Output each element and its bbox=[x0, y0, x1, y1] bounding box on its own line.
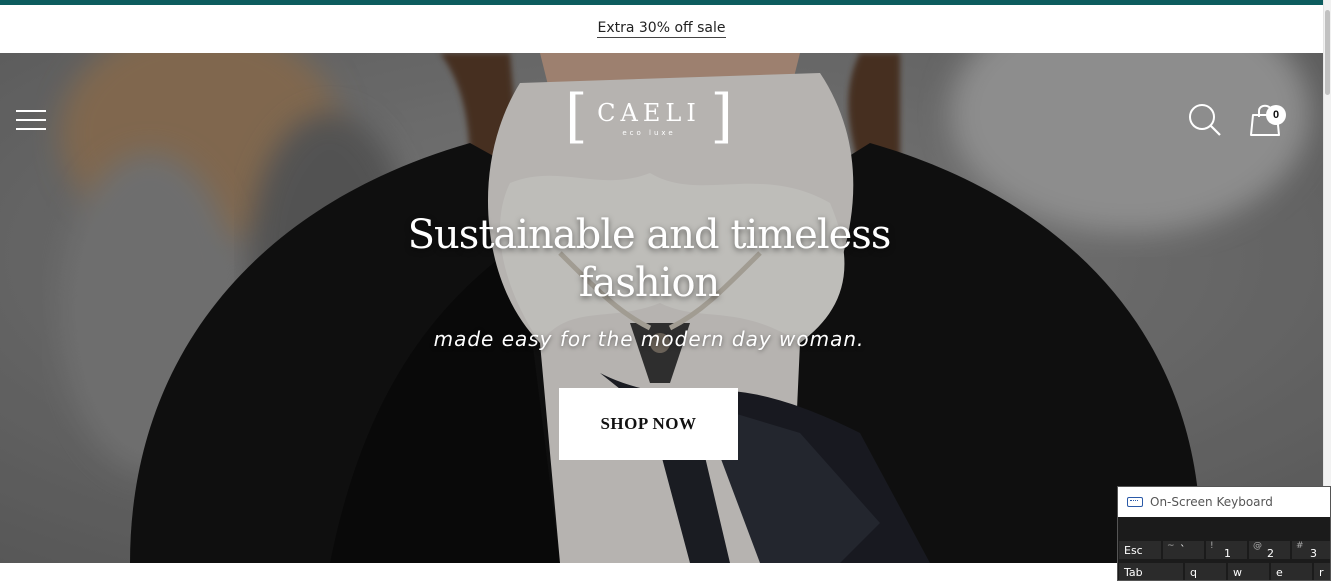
osk-key-label: 3 bbox=[1310, 547, 1317, 560]
hamburger-menu-icon[interactable] bbox=[16, 108, 48, 132]
osk-key-tab[interactable]: Tab bbox=[1118, 562, 1184, 580]
osk-key-r[interactable]: r bbox=[1313, 562, 1330, 580]
announcement-bar: Extra 30% off sale bbox=[0, 5, 1323, 53]
osk-title: On-Screen Keyboard bbox=[1150, 495, 1273, 509]
site-logo[interactable]: [ ] CAELI eco luxe bbox=[565, 87, 733, 151]
osk-key-label: r bbox=[1319, 566, 1324, 579]
announcement-link[interactable]: Extra 30% off sale bbox=[597, 20, 726, 38]
osk-key-2[interactable]: @ 2 bbox=[1248, 540, 1291, 560]
osk-key-1[interactable]: ! 1 bbox=[1205, 540, 1248, 560]
osk-key-w[interactable]: w bbox=[1227, 562, 1270, 580]
logo-wordmark: CAELI bbox=[597, 99, 701, 127]
cart-count-badge: 0 bbox=[1266, 105, 1286, 125]
osk-key-label: 2 bbox=[1267, 547, 1274, 560]
osk-key-shift-label: ! bbox=[1210, 541, 1214, 551]
osk-key-shift-label: @ bbox=[1253, 541, 1262, 551]
hero-headline-line1: Sustainable and timeless bbox=[407, 212, 892, 258]
on-screen-keyboard-window[interactable]: On-Screen Keyboard Esc ~ ` ! 1 @ 2 # 3 T… bbox=[1117, 486, 1331, 581]
osk-key-label: e bbox=[1276, 566, 1283, 579]
osk-key-tilde[interactable]: ~ ` bbox=[1162, 540, 1205, 560]
osk-titlebar[interactable]: On-Screen Keyboard bbox=[1118, 487, 1330, 517]
osk-key-shift-label: # bbox=[1296, 541, 1304, 551]
osk-key-e[interactable]: e bbox=[1270, 562, 1313, 580]
osk-key-shift-label: ~ bbox=[1167, 541, 1175, 551]
osk-key-3[interactable]: # 3 bbox=[1291, 540, 1330, 560]
hero-subheadline: made easy for the modern day woman. bbox=[433, 327, 865, 351]
hero-headline-line2: fashion bbox=[578, 260, 721, 306]
hero-headline: Sustainable and timeless fashion bbox=[350, 211, 948, 307]
logo-tagline: eco luxe bbox=[622, 129, 676, 137]
osk-key-label: w bbox=[1233, 566, 1242, 579]
osk-key-q[interactable]: q bbox=[1184, 562, 1227, 580]
search-icon[interactable] bbox=[1188, 103, 1222, 137]
shop-now-button[interactable]: SHOP NOW bbox=[559, 388, 738, 460]
osk-key-label: Esc bbox=[1124, 544, 1143, 557]
osk-key-label: 1 bbox=[1224, 547, 1231, 560]
osk-key-label: ` bbox=[1180, 543, 1186, 556]
keyboard-icon bbox=[1127, 497, 1143, 507]
osk-key-label: Tab bbox=[1124, 566, 1143, 579]
scrollbar-thumb[interactable] bbox=[1325, 10, 1330, 95]
osk-key-esc[interactable]: Esc bbox=[1118, 540, 1162, 560]
osk-key-label: q bbox=[1190, 566, 1197, 579]
